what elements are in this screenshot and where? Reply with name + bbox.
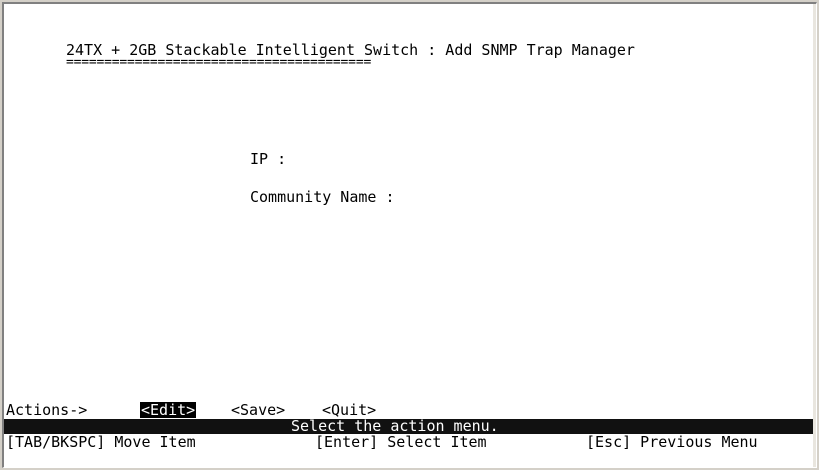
status-message: Select the action menu. xyxy=(291,417,499,435)
ip-field-label[interactable]: IP : xyxy=(250,151,286,167)
status-bar: Select the action menu. xyxy=(4,417,816,435)
help-move-item: [TAB/BKSPC] Move Item xyxy=(6,433,196,451)
actions-prefix: Actions-> xyxy=(6,401,88,419)
help-previous-menu: [Esc] Previous Menu xyxy=(586,433,758,451)
help-select-item: [Enter] Select Item xyxy=(315,433,487,451)
title-underline: ======================================== xyxy=(66,55,372,70)
window-edge xyxy=(813,4,816,467)
text-cursor: _ xyxy=(203,402,213,420)
edit-action-button[interactable]: <Edit> xyxy=(140,402,197,418)
community-name-field-label[interactable]: Community Name : xyxy=(250,189,395,205)
terminal-window: 24TX + 2GB Stackable Intelligent Switch … xyxy=(2,2,817,468)
quit-action-button[interactable]: <Quit> xyxy=(322,402,376,418)
save-action-button[interactable]: <Save> xyxy=(231,402,285,418)
